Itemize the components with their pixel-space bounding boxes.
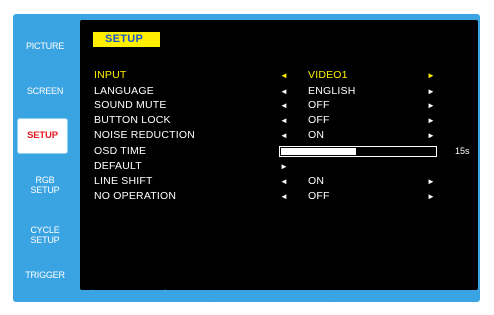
row-label: LINE SHIFT [94, 175, 153, 187]
row-label: NO OPERATION [94, 190, 177, 202]
menu-row-button-lock[interactable]: BUTTON LOCK ◄ OFF ► [80, 115, 478, 126]
row-label: NOISE REDUCTION [94, 129, 196, 141]
menu-row-line-shift[interactable]: LINE SHIFT ◄ ON ► [80, 176, 478, 187]
enter-arrow-icon[interactable]: ► [280, 161, 288, 172]
sidebar-item-label: RGB [35, 175, 55, 185]
menu-row-sound-mute[interactable]: SOUND MUTE ◄ OFF ► [80, 100, 478, 111]
menu-row-language[interactable]: LANGUAGE ◄ ENGLISH ► [80, 86, 478, 97]
sidebar-item-screen[interactable]: SCREEN [13, 86, 77, 96]
menu-row-default[interactable]: DEFAULT ► [80, 161, 478, 172]
sidebar-item-cycle-setup[interactable]: CYCLE SETUP [13, 225, 77, 245]
help-adjust: ◄/► : ADJUST [152, 289, 225, 300]
menu-row-noise-reduction[interactable]: NOISE REDUCTION ◄ ON ► [80, 130, 478, 141]
sidebar-item-label: CYCLE [30, 225, 60, 235]
row-label: OSD TIME [94, 145, 147, 157]
sidebar-item-setup[interactable]: SETUP [17, 118, 68, 154]
osd-time-value: 15s [455, 146, 470, 156]
arrow-left-icon[interactable]: ◄ [280, 176, 288, 187]
help-version: VER : * * [373, 289, 415, 300]
sidebar-item-picture[interactable]: PICTURE [13, 41, 77, 51]
arrow-left-icon[interactable]: ◄ [280, 100, 288, 111]
setup-panel: SETUP INPUT ◄ VIDEO1 ► LANGUAGE ◄ ENGLIS… [80, 20, 478, 290]
sidebar-item-label: SETUP [30, 235, 60, 245]
osd-frame: PICTURE SCREEN SETUP RGB SETUP CYCLE SET… [13, 14, 480, 302]
sidebar-item-trigger[interactable]: TRIGGER [13, 270, 77, 280]
row-label: LANGUAGE [94, 85, 154, 97]
row-label: INPUT [94, 69, 127, 81]
arrow-left-icon[interactable]: ◄ [280, 115, 288, 126]
row-label: BUTTON LOCK [94, 114, 171, 126]
osd-time-slider-fill [281, 148, 356, 155]
arrow-left-icon[interactable]: ◄ [280, 130, 288, 141]
help-exit: MENU : EXIT [300, 289, 363, 300]
menu-row-osd-time[interactable]: OSD TIME 15s [80, 146, 478, 157]
row-value: OFF [308, 190, 330, 202]
row-label: SOUND MUTE [94, 99, 167, 111]
arrow-left-icon[interactable]: ◄ [280, 70, 288, 81]
row-value: OFF [308, 99, 330, 111]
row-value: ON [308, 129, 325, 141]
arrow-right-icon[interactable]: ► [427, 86, 435, 97]
arrow-left-icon[interactable]: ◄ [280, 191, 288, 202]
row-value: OFF [308, 114, 330, 126]
panel-title: SETUP [93, 32, 160, 47]
sidebar-item-label: SETUP [30, 185, 60, 195]
key-help-footer: ▼/▲ : MOVE ◄/► : ADJUST ► : ENTER MENU :… [0, 289, 494, 303]
row-label: DEFAULT [94, 160, 142, 172]
sidebar-item-label: SETUP [27, 130, 58, 141]
arrow-right-icon[interactable]: ► [427, 130, 435, 141]
arrow-right-icon[interactable]: ► [427, 115, 435, 126]
sidebar: PICTURE SCREEN SETUP RGB SETUP CYCLE SET… [13, 14, 77, 302]
row-value: ENGLISH [308, 85, 356, 97]
help-move: ▼/▲ : MOVE [79, 289, 142, 300]
sidebar-item-rgb-setup[interactable]: RGB SETUP [13, 175, 77, 195]
row-value: ON [308, 175, 325, 187]
arrow-right-icon[interactable]: ► [427, 70, 435, 81]
arrow-left-icon[interactable]: ◄ [280, 86, 288, 97]
arrow-right-icon[interactable]: ► [427, 191, 435, 202]
menu-row-input[interactable]: INPUT ◄ VIDEO1 ► [80, 70, 478, 81]
help-enter: ► : ENTER [235, 289, 290, 300]
arrow-right-icon[interactable]: ► [427, 100, 435, 111]
row-value: VIDEO1 [308, 69, 348, 81]
arrow-right-icon[interactable]: ► [427, 176, 435, 187]
osd-time-slider[interactable] [279, 146, 437, 157]
menu-row-no-operation[interactable]: NO OPERATION ◄ OFF ► [80, 191, 478, 202]
